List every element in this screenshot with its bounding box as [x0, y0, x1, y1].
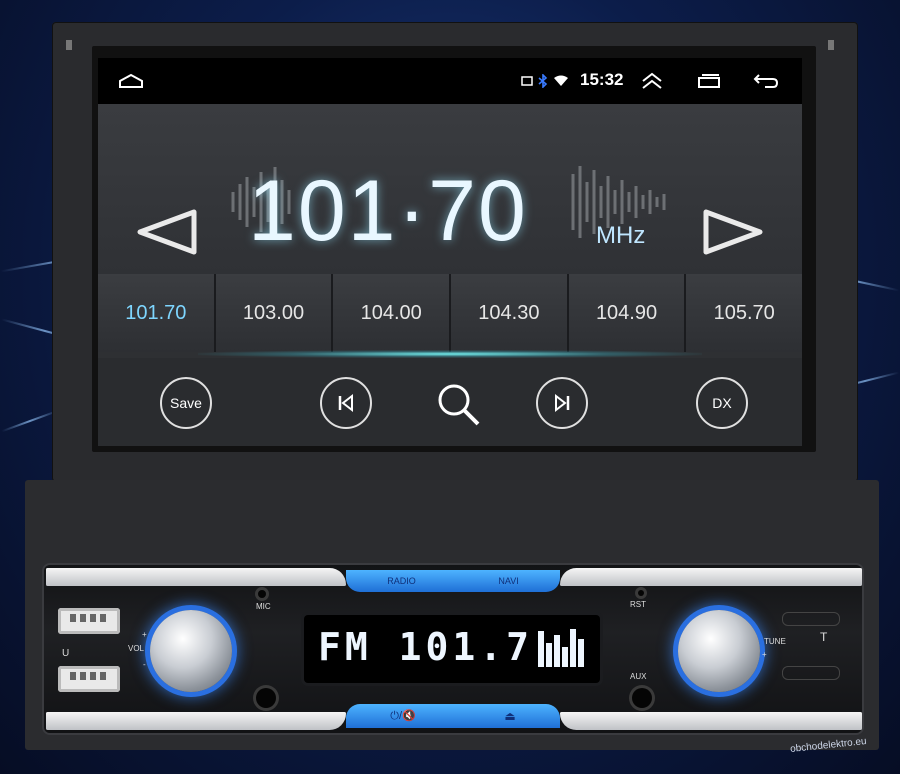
frequency-readout: 101·70 [248, 163, 528, 259]
tune-knob[interactable] [678, 610, 760, 692]
tune-up-arrow-icon[interactable] [696, 202, 766, 262]
bezel-screw [66, 40, 72, 50]
rst-label: RST [630, 600, 646, 609]
ir-sensor [256, 688, 276, 708]
t-label: T [820, 630, 828, 644]
wifi-icon [553, 66, 569, 96]
mic-hole [258, 590, 266, 598]
preset-bar: 101.70 103.00 104.00 104.30 104.90 105.7… [98, 274, 802, 352]
chevrons-up-icon[interactable] [640, 66, 664, 96]
next-button[interactable] [536, 377, 588, 429]
dx-button[interactable]: DX [696, 377, 748, 429]
skip-previous-icon [338, 393, 353, 413]
navi-tab-label: NAVI [498, 576, 519, 586]
tune-down-arrow-icon[interactable] [134, 202, 204, 262]
previous-button[interactable] [320, 377, 372, 429]
usb-port[interactable] [58, 666, 120, 692]
eject-label: ⏏ [504, 709, 516, 723]
tune-label: TUNE [764, 637, 786, 646]
volume-knob[interactable] [150, 610, 232, 692]
lcd-text: FM 101.7 [318, 625, 534, 669]
t-button[interactable] [782, 612, 840, 626]
radio-navi-tab[interactable]: RADIO NAVI [346, 570, 560, 592]
bluetooth-icon [537, 66, 549, 96]
bezel-screw [828, 40, 834, 50]
lcd-spectrum-icon [538, 629, 584, 667]
lcd-display: FM 101.7 [304, 615, 600, 683]
back-icon[interactable] [752, 66, 780, 96]
preset-button[interactable]: 104.90 [568, 274, 687, 352]
preset-glow-line [198, 350, 702, 358]
control-bar: Save DX [98, 358, 802, 446]
preset-button[interactable]: 101.70 [98, 274, 216, 352]
preset-button[interactable]: 104.30 [451, 274, 569, 352]
dx-label: DX [712, 395, 732, 411]
silver-trim-bottom [46, 712, 346, 730]
power-eject-tab[interactable]: ⏻/🔇 ⏏ [346, 704, 560, 728]
status-clock: 15:32 [580, 70, 624, 89]
silver-trim-top [46, 568, 346, 586]
mic-label: MIC [256, 602, 271, 611]
cast-icon [520, 66, 534, 96]
vol-minus-label: - [143, 660, 146, 669]
t-button[interactable] [782, 666, 840, 680]
save-label: Save [170, 395, 202, 411]
touch-screen: 15:32 101·70 MHz 101.70 103.00 104.00 10… [98, 58, 802, 446]
frequency-display-area: 101·70 MHz [98, 104, 802, 274]
search-icon[interactable] [434, 380, 482, 428]
tune-plus-label: + [762, 650, 767, 659]
aux-label: AUX [630, 672, 647, 681]
rst-button[interactable] [638, 590, 644, 596]
home-icon[interactable] [116, 66, 146, 96]
preset-button[interactable]: 103.00 [215, 274, 334, 352]
silver-trim-bottom [560, 712, 862, 730]
power-mute-label: ⏻/🔇 [390, 710, 416, 722]
preset-button[interactable]: 104.00 [333, 274, 452, 352]
radio-tab-label: RADIO [387, 576, 416, 586]
skip-next-icon [555, 393, 570, 413]
vol-plus-label: + [142, 630, 147, 639]
silver-trim-top [560, 568, 862, 586]
recent-apps-icon[interactable] [696, 66, 722, 96]
preset-button[interactable]: 105.70 [686, 274, 802, 352]
aux-jack[interactable] [632, 688, 652, 708]
usb-port[interactable] [58, 608, 120, 634]
frequency-unit: MHz [596, 222, 646, 249]
background-light-line [1, 409, 59, 433]
u-label: U [62, 648, 70, 659]
status-bar: 15:32 [98, 58, 802, 104]
vol-label: VOL [128, 644, 145, 653]
save-button[interactable]: Save [160, 377, 212, 429]
